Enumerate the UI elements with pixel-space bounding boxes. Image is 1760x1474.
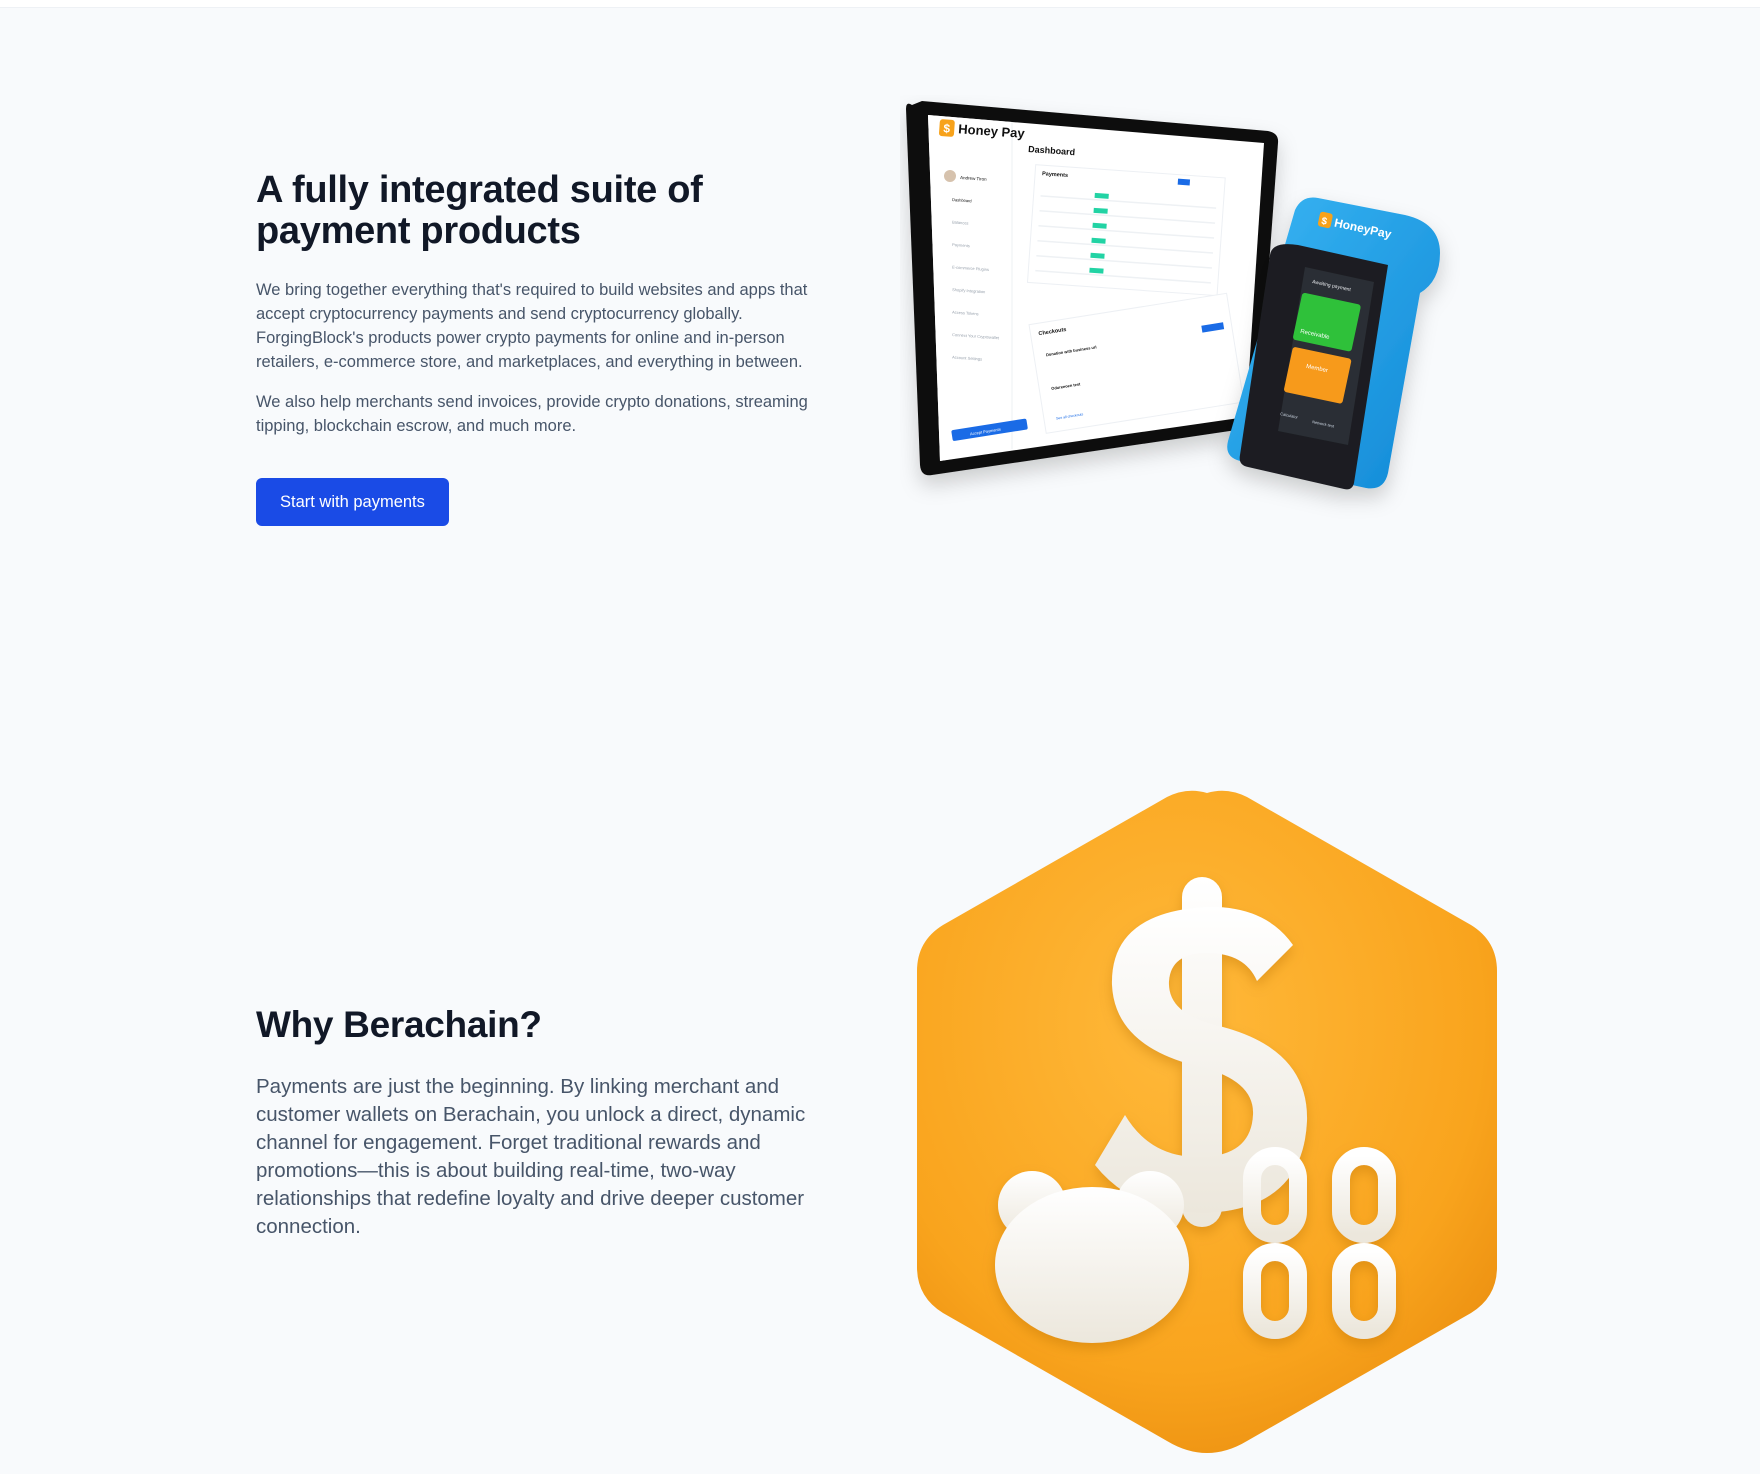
svg-text:$: $: [943, 121, 951, 135]
status-badge: [1091, 237, 1106, 244]
payments-paragraph-1: We bring together everything that's requ…: [256, 281, 808, 371]
payments-heading: A fully integrated suite of payment prod…: [256, 169, 703, 252]
payments-paragraph-2: We also help merchants send invoices, pr…: [256, 393, 808, 435]
why-berachain-section: Why Berachain? Payments are just the beg…: [256, 1001, 836, 1241]
why-berachain-heading: Why Berachain?: [256, 1004, 542, 1045]
avatar: [944, 170, 956, 182]
status-badge: [1089, 267, 1104, 274]
why-berachain-paragraph: Payments are just the beginning. By link…: [256, 1075, 806, 1238]
status-badge: [1090, 252, 1105, 259]
status-badge: [1093, 207, 1108, 214]
payment-devices-illustration: $ Honey Pay Dashboard Andrew Tiron Dashb…: [906, 101, 1440, 490]
berachain-hexagon-illustration: [917, 790, 1497, 1453]
start-with-payments-button[interactable]: Start with payments: [256, 478, 449, 526]
payments-section: A fully integrated suite of payment prod…: [256, 170, 836, 526]
bear-icon: [995, 1171, 1189, 1343]
filter-button: [1177, 178, 1191, 186]
payments-card: Payments: [1026, 164, 1226, 297]
status-badge: [1092, 222, 1107, 229]
status-badge: [1094, 192, 1109, 199]
top-divider: [0, 0, 1760, 8]
